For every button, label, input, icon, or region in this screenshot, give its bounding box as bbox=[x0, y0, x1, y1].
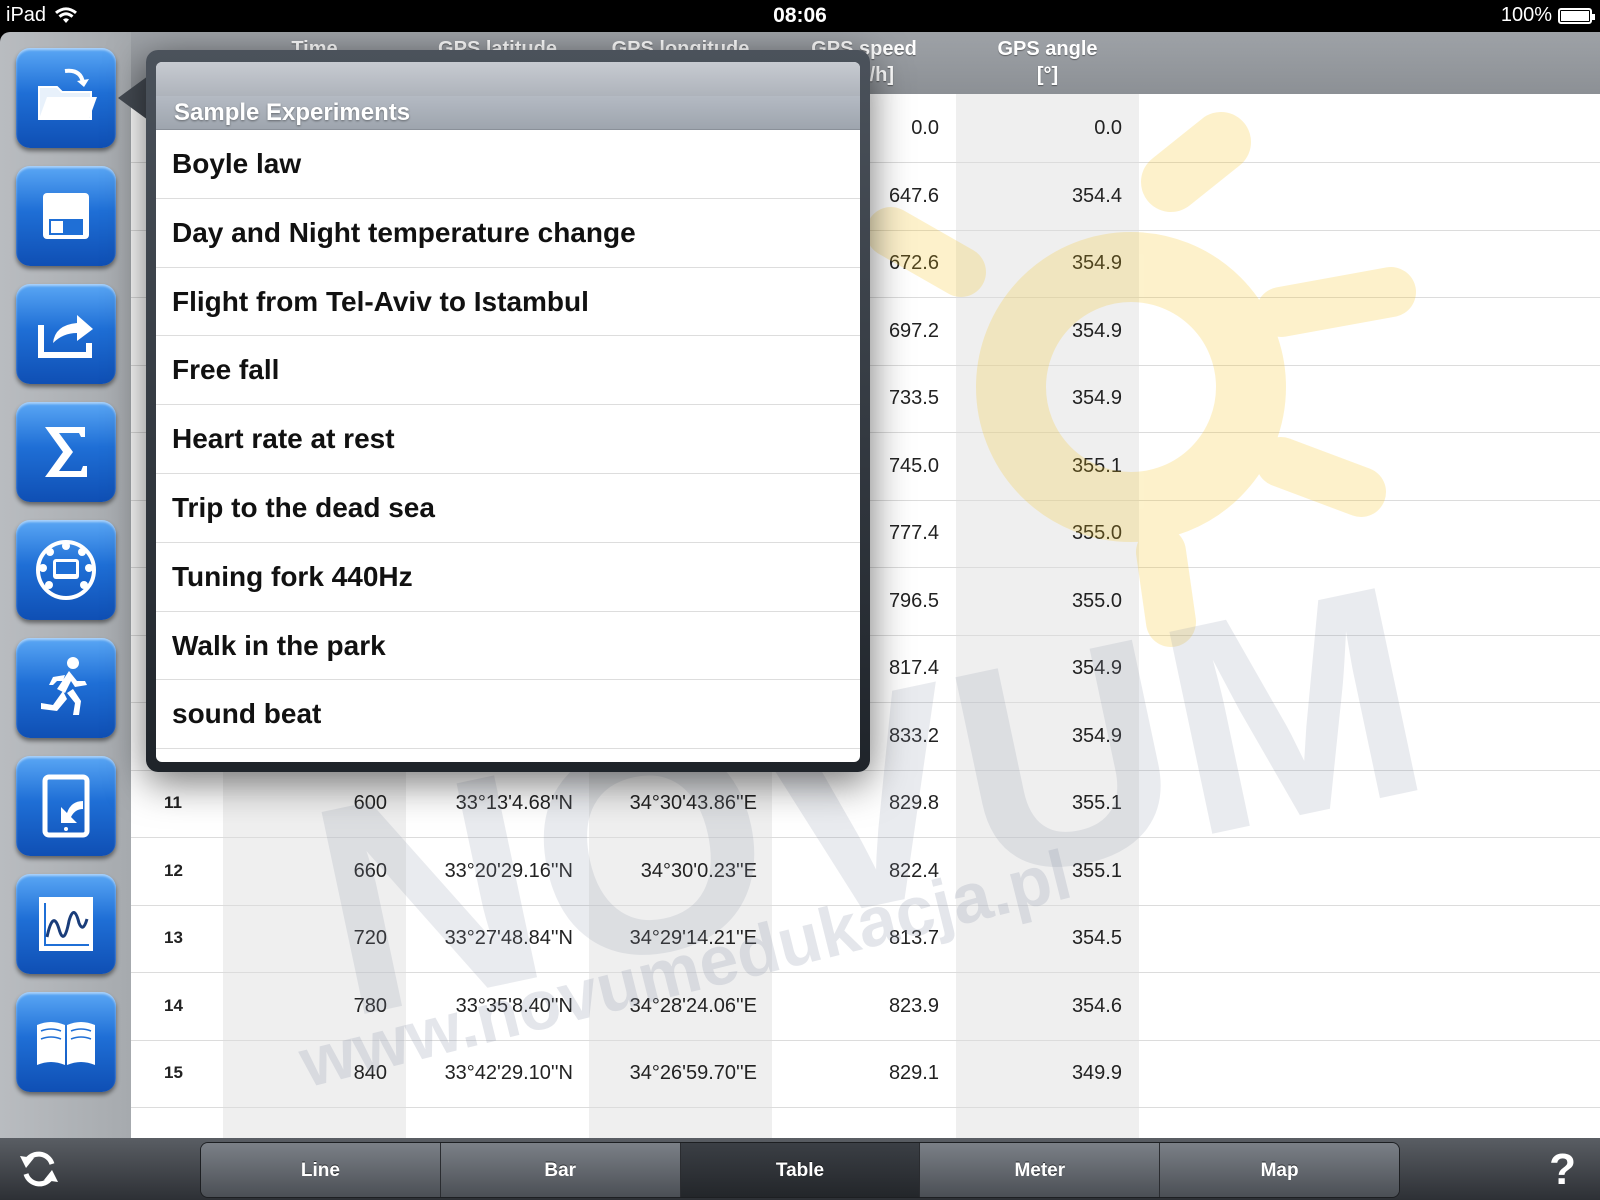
graph-button[interactable] bbox=[16, 874, 116, 974]
experiment-list-item[interactable]: Flight from Tel-Aviv to Istambul bbox=[156, 268, 860, 337]
cell-time: 780 bbox=[353, 994, 387, 1017]
cell-angle: 355.0 bbox=[1071, 522, 1122, 544]
cell-longitude: 34°28'24.06''E bbox=[629, 994, 757, 1017]
open-button[interactable] bbox=[16, 48, 116, 148]
table-row[interactable]: 12 660 33°20'29.16''N 34°30'0.23''E 822.4 355… bbox=[131, 837, 1600, 906]
cell-longitude: 34°30'43.86''E bbox=[629, 792, 757, 814]
row-index: 15 bbox=[164, 1063, 183, 1082]
cell-angle: 355.0 bbox=[1071, 589, 1122, 612]
experiment-list-item[interactable]: Trip to the dead sea bbox=[156, 474, 860, 543]
statistics-button[interactable] bbox=[16, 402, 116, 502]
popover-arrow bbox=[118, 76, 148, 120]
book-icon bbox=[37, 1022, 95, 1065]
tab-table[interactable]: Table bbox=[680, 1143, 921, 1197]
help-button[interactable]: ? bbox=[1549, 1142, 1576, 1198]
sigma-icon bbox=[45, 427, 87, 477]
experiment-list-item[interactable]: sound beat bbox=[156, 680, 860, 750]
table-row[interactable]: 14 780 33°35'8.40''N 34°28'24.06''E 823.9 354… bbox=[131, 972, 1600, 1041]
tablet-import-icon bbox=[42, 774, 90, 838]
cell-angle: 354.9 bbox=[1071, 252, 1122, 274]
cell-speed: 823.9 bbox=[888, 994, 939, 1017]
cell-angle: 355.1 bbox=[1071, 454, 1122, 477]
battery-icon bbox=[1558, 7, 1595, 24]
cell-speed: 829.1 bbox=[888, 1062, 939, 1084]
tab-meter[interactable]: Meter bbox=[920, 1143, 1161, 1197]
cell-angle: 354.9 bbox=[1071, 657, 1122, 679]
cell-angle: 355.1 bbox=[1071, 859, 1122, 882]
export-icon bbox=[38, 315, 93, 358]
cell-latitude: 33°13'4.68''N bbox=[455, 792, 573, 814]
cell-longitude: 34°29'14.21''E bbox=[629, 927, 757, 949]
sensor-dial-icon bbox=[36, 540, 96, 600]
cell-latitude: 33°20'29.16''N bbox=[444, 859, 573, 882]
row-index: 13 bbox=[164, 928, 183, 947]
save-icon bbox=[43, 193, 89, 239]
activity-button[interactable] bbox=[16, 638, 116, 738]
row-index: 14 bbox=[164, 995, 183, 1015]
status-bar: iPad 08:06 100% bbox=[0, 0, 1600, 32]
cell-speed: 829.8 bbox=[888, 792, 939, 814]
experiment-list-item[interactable]: Day and Night temperature change bbox=[156, 199, 860, 268]
popover-navbar bbox=[156, 62, 860, 96]
cell-latitude: 33°42'29.10''N bbox=[444, 1062, 573, 1084]
graph-icon bbox=[39, 897, 93, 951]
cell-angle: 0.0 bbox=[1094, 117, 1122, 139]
cell-latitude: 33°27'48.84''N bbox=[444, 927, 573, 949]
battery-percent: 100% bbox=[1500, 4, 1552, 26]
cell-angle: 354.9 bbox=[1071, 724, 1122, 747]
cell-longitude: 34°26'59.70''E bbox=[629, 1062, 757, 1084]
header-gps-angle-unit: [°] bbox=[1036, 64, 1059, 86]
cell-longitude: 34°30'0.23''E bbox=[640, 859, 757, 882]
cell-angle: 354.4 bbox=[1071, 184, 1122, 207]
clock: 08:06 bbox=[773, 4, 827, 27]
table-row[interactable]: 15 840 33°42'29.10''N 34°26'59.70''E 829.1 34… bbox=[131, 1039, 1600, 1108]
export-button[interactable] bbox=[16, 284, 116, 384]
sample-experiments-popover: Sample Experiments Boyle law Day and Nigh… bbox=[146, 50, 870, 772]
cell-angle: 354.9 bbox=[1071, 319, 1122, 342]
row-index: 12 bbox=[164, 860, 183, 880]
cell-time: 840 bbox=[353, 1062, 387, 1084]
cell-speed: 822.4 bbox=[888, 859, 939, 882]
bottom-toolbar: Line Bar Table Meter Map ? bbox=[0, 1138, 1600, 1200]
runner-icon bbox=[41, 657, 87, 715]
table-row[interactable]: 13 720 33°27'48.84''N 34°29'14.21''E 813.7 35… bbox=[131, 904, 1600, 973]
cell-angle: 354.5 bbox=[1071, 927, 1122, 949]
tab-map[interactable]: Map bbox=[1160, 1143, 1399, 1197]
experiment-list-item[interactable]: Tuning fork 440Hz bbox=[156, 543, 860, 612]
refresh-icon[interactable] bbox=[18, 1148, 60, 1190]
cell-latitude: 33°35'8.40''N bbox=[455, 994, 573, 1017]
experiment-list: Boyle law Day and Night temperature chang… bbox=[156, 130, 860, 750]
experiment-list-item[interactable]: Heart rate at rest bbox=[156, 405, 860, 474]
header-gps-angle[interactable]: GPS angle [°] bbox=[956, 36, 1139, 88]
view-mode-segmented-control: Line Bar Table Meter Map bbox=[200, 1142, 1400, 1198]
experiment-list-item[interactable]: Boyle law bbox=[156, 130, 860, 199]
open-folder-icon bbox=[38, 68, 97, 120]
table-row[interactable]: 11 600 33°13'4.68''N 34°30'43.86''E 829.8 355… bbox=[131, 769, 1600, 838]
cell-angle: 355.1 bbox=[1071, 792, 1122, 814]
sensors-button[interactable] bbox=[16, 520, 116, 620]
sidebar bbox=[0, 32, 131, 1138]
row-index: 11 bbox=[164, 793, 182, 812]
popover-section-header: Sample Experiments bbox=[156, 96, 860, 130]
cell-time: 660 bbox=[353, 859, 387, 882]
experiment-list-item[interactable]: Walk in the park bbox=[156, 612, 860, 681]
cell-speed: 813.7 bbox=[888, 927, 939, 949]
cell-angle: 349.9 bbox=[1071, 1062, 1122, 1084]
tab-line[interactable]: Line bbox=[201, 1143, 441, 1197]
help-book-button[interactable] bbox=[16, 992, 116, 1092]
cell-angle: 354.6 bbox=[1071, 994, 1122, 1017]
cell-time: 600 bbox=[353, 792, 387, 814]
import-button[interactable] bbox=[16, 756, 116, 856]
header-gps-angle-label: GPS angle bbox=[997, 38, 1098, 60]
cell-angle: 354.9 bbox=[1071, 387, 1122, 409]
save-button[interactable] bbox=[16, 166, 116, 266]
experiment-list-item[interactable]: Free fall bbox=[156, 336, 860, 406]
cell-time: 720 bbox=[353, 927, 387, 949]
tab-bar[interactable]: Bar bbox=[440, 1143, 681, 1197]
